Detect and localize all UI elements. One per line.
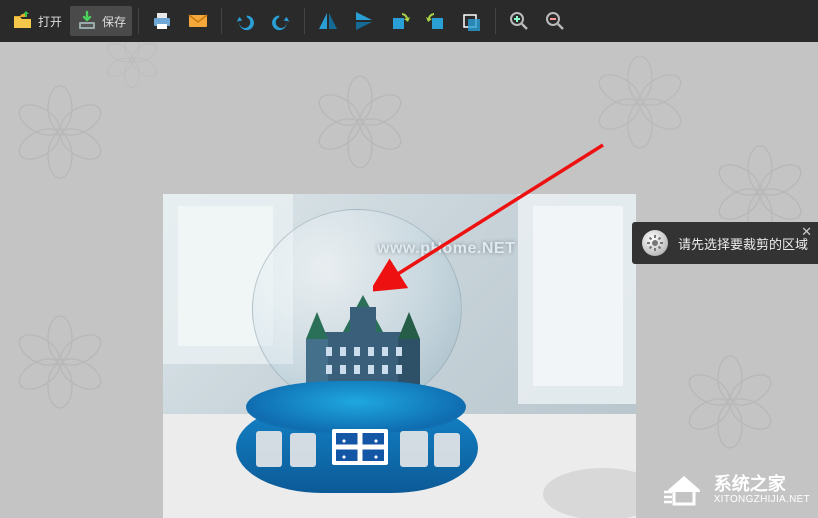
crop-button[interactable] — [455, 6, 489, 36]
brand-name-cn: 系统之家 — [714, 475, 810, 495]
separator — [221, 8, 222, 34]
rotate-left-icon — [389, 10, 411, 32]
save-button[interactable]: 保存 — [70, 6, 132, 36]
flip-vertical-button[interactable] — [347, 6, 381, 36]
redo-icon — [270, 10, 292, 32]
brand-watermark: 系统之家 XITONGZHIJIA.NET — [662, 468, 810, 512]
printer-icon — [151, 10, 173, 32]
rotate-right-button[interactable] — [419, 6, 453, 36]
open-folder-icon — [12, 10, 34, 32]
email-icon — [187, 10, 209, 32]
zoom-out-button[interactable] — [538, 6, 572, 36]
email-button[interactable] — [181, 6, 215, 36]
gear-icon — [642, 230, 668, 256]
zoom-out-icon — [544, 10, 566, 32]
tooltip-close-button[interactable]: ✕ — [801, 224, 812, 240]
separator — [304, 8, 305, 34]
crop-icon — [461, 10, 483, 32]
zoom-in-icon — [508, 10, 530, 32]
save-label: 保存 — [102, 13, 126, 30]
save-download-icon — [76, 10, 98, 32]
open-button[interactable]: 打开 — [6, 6, 68, 36]
center-watermark: www.pHome.NET — [377, 240, 515, 258]
undo-icon — [234, 10, 256, 32]
flip-horizontal-button[interactable] — [311, 6, 345, 36]
tooltip-text: 请先选择要裁剪的区域 — [678, 234, 808, 253]
rotate-left-button[interactable] — [383, 6, 417, 36]
main-toolbar: 打开 保存 — [0, 0, 818, 42]
zoom-in-button[interactable] — [502, 6, 536, 36]
image-viewer[interactable]: www.pHome.NET — [163, 194, 636, 518]
separator — [138, 8, 139, 34]
canvas-area[interactable]: www.pHome.NET 请先选择要裁剪的区域 ✕ 系统之家 XITONGZH… — [0, 42, 818, 518]
flip-horizontal-icon — [317, 10, 339, 32]
undo-button[interactable] — [228, 6, 262, 36]
redo-button[interactable] — [264, 6, 298, 36]
brand-name-en: XITONGZHIJIA.NET — [714, 494, 810, 505]
open-label: 打开 — [38, 13, 62, 30]
flip-vertical-icon — [353, 10, 375, 32]
crop-hint-tooltip: 请先选择要裁剪的区域 ✕ — [632, 222, 818, 264]
separator — [495, 8, 496, 34]
print-button[interactable] — [145, 6, 179, 36]
rotate-right-icon — [425, 10, 447, 32]
brand-logo-icon — [662, 468, 706, 512]
